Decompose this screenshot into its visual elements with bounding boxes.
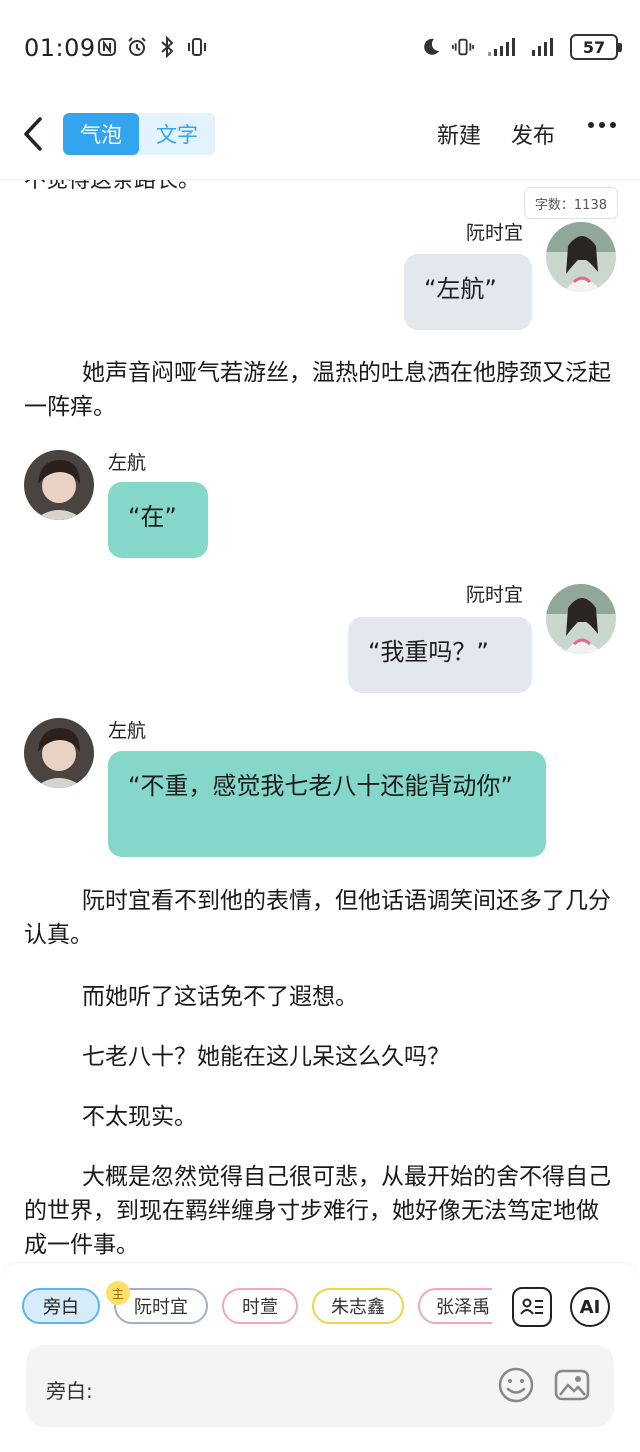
role-chip-zhangzeyu[interactable]: 张泽禹 [418, 1288, 492, 1324]
avatar-image [546, 222, 616, 292]
paragraph: 阮时宜看不到他的表情，但他话语调笑间还多了几分认真。 [24, 888, 611, 948]
message-bubble[interactable]: “不重，感觉我七老八十还能背动你” [108, 751, 546, 857]
tab-text[interactable]: 文字 [139, 113, 215, 155]
avatar-zuohang[interactable] [24, 450, 94, 520]
avatar-zuohang[interactable] [24, 718, 94, 788]
paragraph: 她声音闷哑气若游丝，温热的吐息洒在他脖颈又泛起一阵痒。 [24, 360, 611, 420]
more-dot [599, 122, 605, 128]
battery-level: 57 [582, 37, 606, 57]
story-content[interactable]: 不觉得这条路长。 阮时宜 “左航” 她声音闷哑气若游丝，温热的吐息洒在他脖颈又泛… [0, 180, 640, 1262]
status-bar: 01:09 57 [0, 0, 640, 98]
alarm-icon [126, 36, 148, 58]
image-icon[interactable] [552, 1365, 592, 1405]
more-dot [588, 122, 594, 128]
back-arrow-icon [24, 117, 42, 151]
paragraph: 而她听了这话免不了遐想。 [82, 984, 358, 1010]
paragraph-partial: 不觉得这条路长。 [24, 180, 201, 193]
main-role-badge: 主 [106, 1281, 130, 1305]
speaker-name: 阮时宜 [466, 222, 524, 244]
message-bubble[interactable]: “在” [108, 482, 208, 558]
signal-icon [484, 36, 520, 58]
new-button[interactable]: 新建 [437, 118, 481, 150]
avatar-image [24, 718, 94, 788]
avatar-image [24, 450, 94, 520]
speaker-name: 左航 [108, 720, 147, 742]
vibrate-icon [186, 36, 208, 58]
avatar-ruanshiyi[interactable] [546, 584, 616, 654]
role-chip-zhuzhixin[interactable]: 朱志鑫 [312, 1288, 404, 1324]
message-bubble[interactable]: “左航” [404, 254, 532, 330]
nfc-icon [96, 36, 118, 58]
role-chip-narration[interactable]: 旁白 [22, 1288, 100, 1324]
paragraph: 不太现实。 [82, 1104, 197, 1130]
editor-nav-bar: 气泡 文字 新建 发布 [0, 98, 640, 180]
emoji-icon[interactable] [496, 1365, 536, 1405]
back-button[interactable] [16, 114, 50, 154]
paragraph: 大概是忽然觉得自己很可悲，从最开始的舍不得自己的世界，到现在羁绊缠身寸步难行，她… [24, 1164, 611, 1258]
narration-input[interactable]: 旁白: [26, 1345, 614, 1427]
moon-icon [420, 36, 442, 58]
mode-toggle: 气泡 文字 [63, 113, 215, 155]
vibrate-icon [452, 36, 474, 58]
signal-icon [530, 36, 560, 58]
word-count-badge: 字数：1138 [523, 187, 618, 219]
role-manager-button[interactable] [512, 1287, 552, 1327]
status-right-icons: 57 [420, 34, 622, 60]
bluetooth-icon [156, 36, 178, 58]
more-dot [610, 122, 616, 128]
speaker-name: 阮时宜 [466, 584, 524, 606]
tab-bubble[interactable]: 气泡 [63, 113, 139, 155]
role-selector: 旁白 阮时宜 时萱 朱志鑫 张泽禹 [20, 1288, 492, 1328]
battery-indicator: 57 [570, 34, 622, 60]
status-left-icons [96, 36, 208, 58]
avatar-ruanshiyi[interactable] [546, 222, 616, 292]
role-chip-shixuan[interactable]: 时萱 [222, 1288, 298, 1324]
publish-button[interactable]: 发布 [511, 118, 555, 150]
avatar-image [546, 584, 616, 654]
contacts-icon [520, 1298, 543, 1315]
speaker-name: 左航 [108, 452, 147, 474]
status-time: 01:09 [24, 34, 96, 62]
message-bubble[interactable]: “我重吗？” [348, 617, 532, 693]
paragraph: 七老八十？她能在这儿呆这么久吗？ [82, 1044, 450, 1070]
input-role-label: 旁白: [46, 1379, 93, 1403]
ai-button[interactable]: AI [570, 1287, 610, 1327]
editor-toolbar: 旁白 阮时宜 时萱 朱志鑫 张泽禹 主 AI 旁白: [0, 1262, 640, 1452]
more-options-button[interactable] [588, 122, 616, 128]
